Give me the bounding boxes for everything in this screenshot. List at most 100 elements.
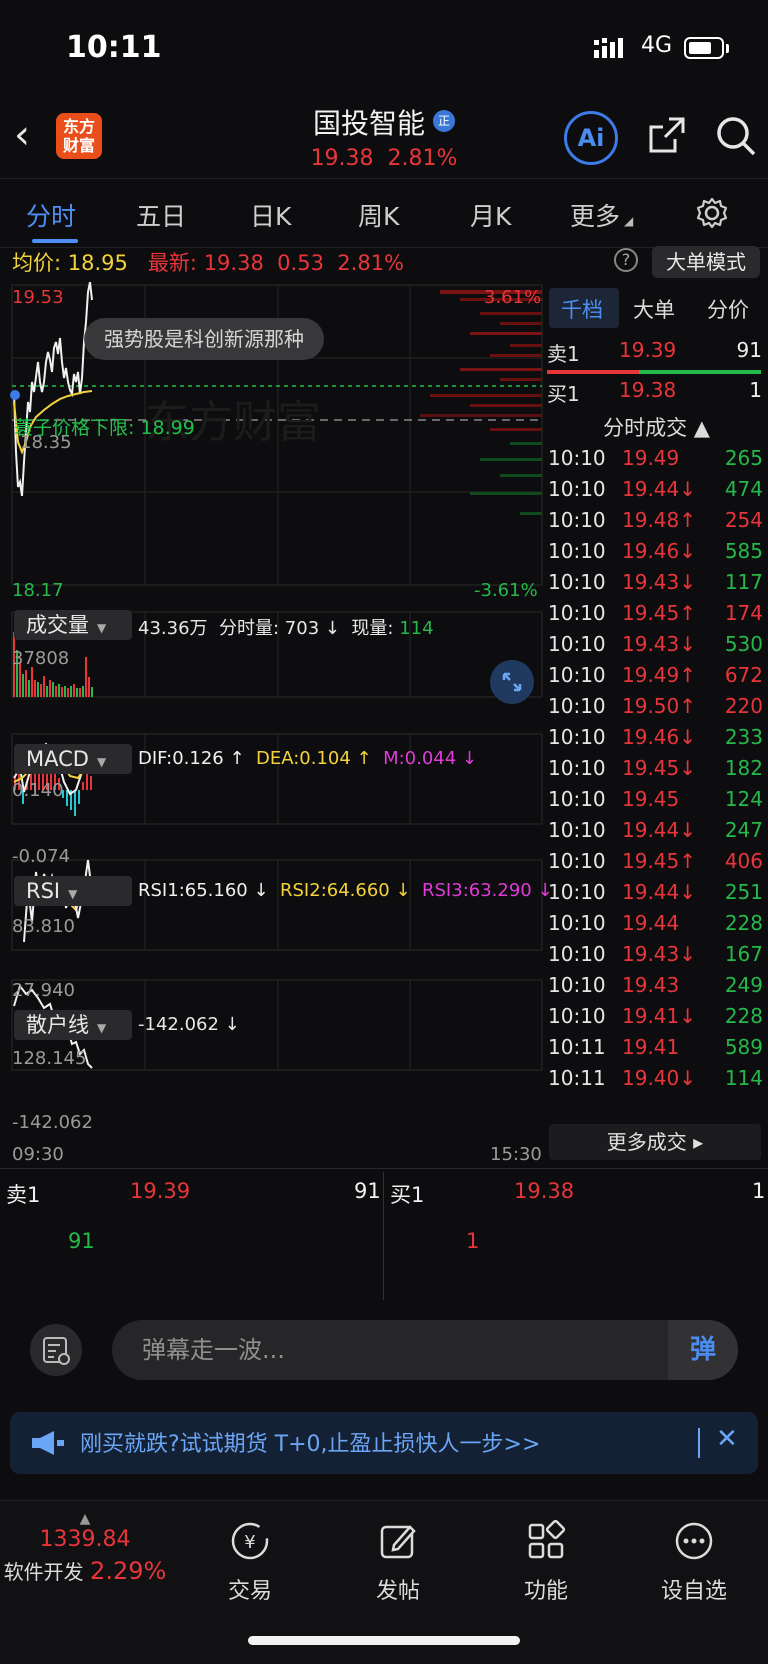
- more-trades-button[interactable]: 更多成交 ▸: [549, 1124, 761, 1160]
- tab-big-orders[interactable]: 大单: [633, 294, 675, 324]
- tick-volume: 265: [724, 446, 763, 470]
- more-icon: [675, 1522, 713, 1560]
- gear-icon[interactable]: [695, 196, 729, 230]
- tick-volume: 530: [724, 632, 763, 656]
- tab-intraday[interactable]: 分时: [26, 197, 76, 233]
- edit-icon: [380, 1525, 416, 1559]
- tick-volume: 406: [724, 849, 763, 873]
- ad-banner[interactable]: 刚买就跌?试试期货 T+0,止盈止损快人一步>> ✕: [10, 1412, 758, 1474]
- danmu-settings-icon[interactable]: [30, 1324, 82, 1376]
- tab-price-distribution[interactable]: 分价: [707, 294, 749, 324]
- tick-trade-row: 10:10 19.46↓ 585: [548, 539, 763, 570]
- status-bar: 10:11 4G: [0, 0, 768, 96]
- rsi-indicator-button[interactable]: RSI ▼: [14, 876, 132, 906]
- danmu-input[interactable]: 弹幕走一波...: [112, 1320, 738, 1380]
- limit-price-label: 蓑子价格下限: 18.99: [14, 417, 195, 439]
- sell1-row: 卖1 19.39 91: [547, 338, 762, 368]
- big-order-mode-button[interactable]: 大单模式: [652, 246, 760, 278]
- nav-functions[interactable]: 功能: [496, 1519, 596, 1605]
- price-axis-high: 19.53: [12, 287, 64, 308]
- tab-monthly-k[interactable]: 月K: [470, 197, 511, 233]
- bottom-buy1-vol: 1: [752, 1179, 766, 1203]
- volume-indicator-button[interactable]: 成交量 ▼: [14, 610, 132, 640]
- caret-down-icon: ◢: [624, 214, 634, 228]
- caret-down-icon: ▼: [97, 1021, 107, 1035]
- nav-post-label: 发帖: [375, 1579, 420, 1604]
- tick-trades-header[interactable]: 分时成交 ▲: [545, 412, 768, 442]
- tick-price: 19.46↓: [622, 725, 697, 749]
- tick-time: 10:10: [548, 477, 606, 501]
- tick-trade-row: 10:10 19.43↓ 167: [548, 942, 763, 973]
- danmu-send-button[interactable]: 弹: [668, 1320, 738, 1380]
- battery-icon: [684, 37, 724, 59]
- tick-volume: 182: [724, 756, 763, 780]
- tick-trade-row: 10:10 19.48↑ 254: [548, 508, 763, 539]
- tick-volume: 251: [724, 880, 763, 904]
- ai-button[interactable]: Ai: [564, 111, 618, 165]
- rsi2-value: RSI2:64.660 ↓: [280, 880, 411, 901]
- tick-price: 19.45↑: [622, 849, 697, 873]
- tick-volume: 672: [724, 663, 763, 687]
- tab-weekly-k[interactable]: 周K: [358, 197, 399, 233]
- hint-bubble[interactable]: 强势股是科创新源那种: [84, 318, 324, 360]
- macd-axis-min: -0.074: [12, 846, 71, 867]
- tick-trade-row: 10:11 19.40↓ 114: [548, 1066, 763, 1097]
- tick-trade-row: 10:10 19.49 265: [548, 446, 763, 477]
- help-icon[interactable]: ?: [614, 248, 638, 272]
- retail-line-indicator-button[interactable]: 散户线 ▼: [14, 1010, 132, 1040]
- tick-volume: 124: [724, 787, 763, 811]
- sell1-vol: 91: [736, 338, 762, 362]
- macd-dif: DIF:0.126 ↑: [138, 748, 245, 769]
- tab-more[interactable]: 更多 ◢: [570, 197, 633, 233]
- tick-volume: 114: [724, 1066, 763, 1090]
- tick-price: 19.43↓: [622, 570, 697, 594]
- bottom-buy1-price: 19.38: [514, 1179, 575, 1203]
- tab-daily-k[interactable]: 日K: [250, 197, 291, 233]
- latest-change-pct: 2.81%: [337, 251, 405, 275]
- stock-price: 19.38: [310, 146, 374, 171]
- search-icon[interactable]: [714, 114, 758, 158]
- retail-line-indicator-label: 散户线: [26, 1013, 89, 1037]
- tick-volume: 254: [724, 508, 763, 532]
- tab-order-book[interactable]: 千档: [561, 294, 603, 324]
- caret-down-icon: ▼: [68, 887, 78, 901]
- sector-index[interactable]: ▲ 1339.84 软件开发 2.29%: [0, 1511, 170, 1585]
- tick-price: 19.44↓: [622, 818, 697, 842]
- tick-trade-row: 10:10 19.44↓ 247: [548, 818, 763, 849]
- megaphone-icon: [32, 1431, 64, 1455]
- tick-trade-row: 10:10 19.45↓ 182: [548, 756, 763, 787]
- tick-price: 19.45↓: [622, 756, 697, 780]
- share-icon[interactable]: [647, 115, 687, 155]
- tick-trade-row: 10:10 19.49↑ 672: [548, 663, 763, 694]
- expand-icon[interactable]: [490, 660, 534, 704]
- tick-price: 19.50↑: [622, 694, 697, 718]
- tick-time: 10:10: [548, 973, 606, 997]
- tick-price: 19.49↑: [622, 663, 697, 687]
- buy1-price: 19.38: [619, 378, 677, 402]
- macd-info: DIF:0.126 ↑ DEA:0.104 ↑ M:0.044 ↓: [138, 748, 477, 769]
- macd-indicator-button[interactable]: MACD ▼: [14, 744, 132, 774]
- price-axis-high-pct: 3.61%: [484, 287, 542, 308]
- stock-name: 国投智能: [312, 107, 425, 140]
- tick-volume: 228: [724, 1004, 763, 1028]
- nav-trade[interactable]: ¥ 交易: [200, 1519, 300, 1605]
- tick-time: 10:10: [548, 787, 606, 811]
- tick-volume: 220: [724, 694, 763, 718]
- tab-five-day[interactable]: 五日: [136, 197, 186, 233]
- tick-time: 10:10: [548, 508, 606, 532]
- caret-down-icon: ▼: [97, 621, 107, 635]
- tick-price: 19.49: [622, 446, 680, 470]
- close-icon[interactable]: ✕: [716, 1424, 738, 1454]
- tick-time: 10:10: [548, 756, 606, 780]
- nav-functions-label: 功能: [523, 1579, 568, 1604]
- buy-ratio-bar: [547, 370, 639, 374]
- stock-change-pct: 2.81%: [387, 146, 458, 171]
- rsi3-value: RSI3:63.290 ↓: [422, 880, 553, 901]
- tick-time: 10:10: [548, 880, 606, 904]
- nav-add-watchlist[interactable]: 设自选: [644, 1519, 744, 1605]
- nav-post[interactable]: 发帖: [348, 1519, 448, 1605]
- rsi1-value: RSI1:65.160 ↓: [138, 880, 269, 901]
- retail-axis-min: -142.062: [12, 1112, 93, 1133]
- bottom-sell1-label: 卖1: [6, 1183, 41, 1207]
- volume-axis-max: 37808: [12, 648, 70, 669]
